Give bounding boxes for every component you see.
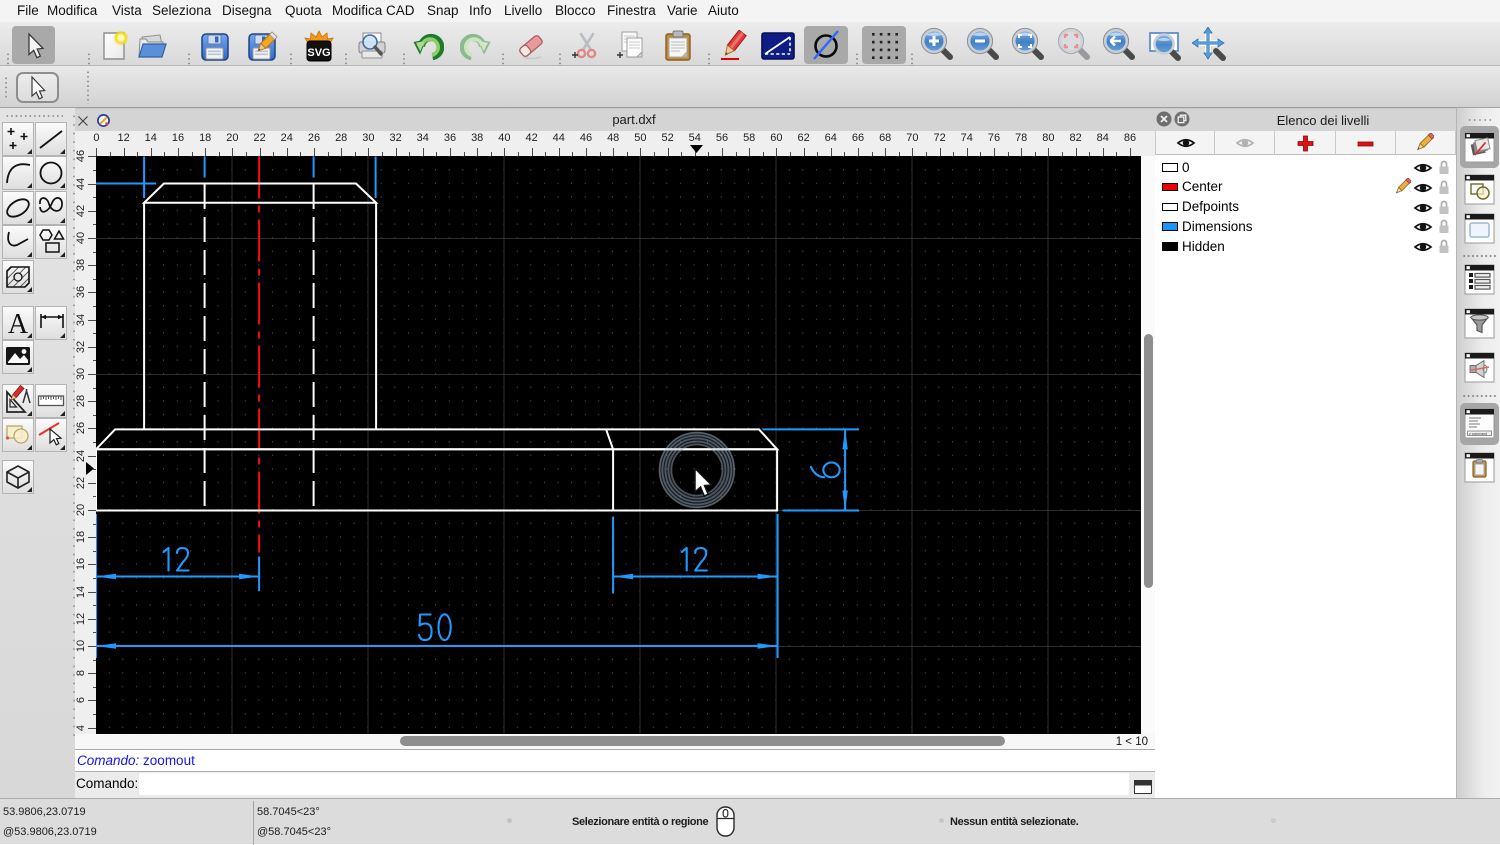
svg-text:SVG: SVG: [307, 47, 330, 59]
svg-text:c command: c command: [1469, 432, 1487, 436]
svg-text:A: A: [8, 309, 29, 339]
